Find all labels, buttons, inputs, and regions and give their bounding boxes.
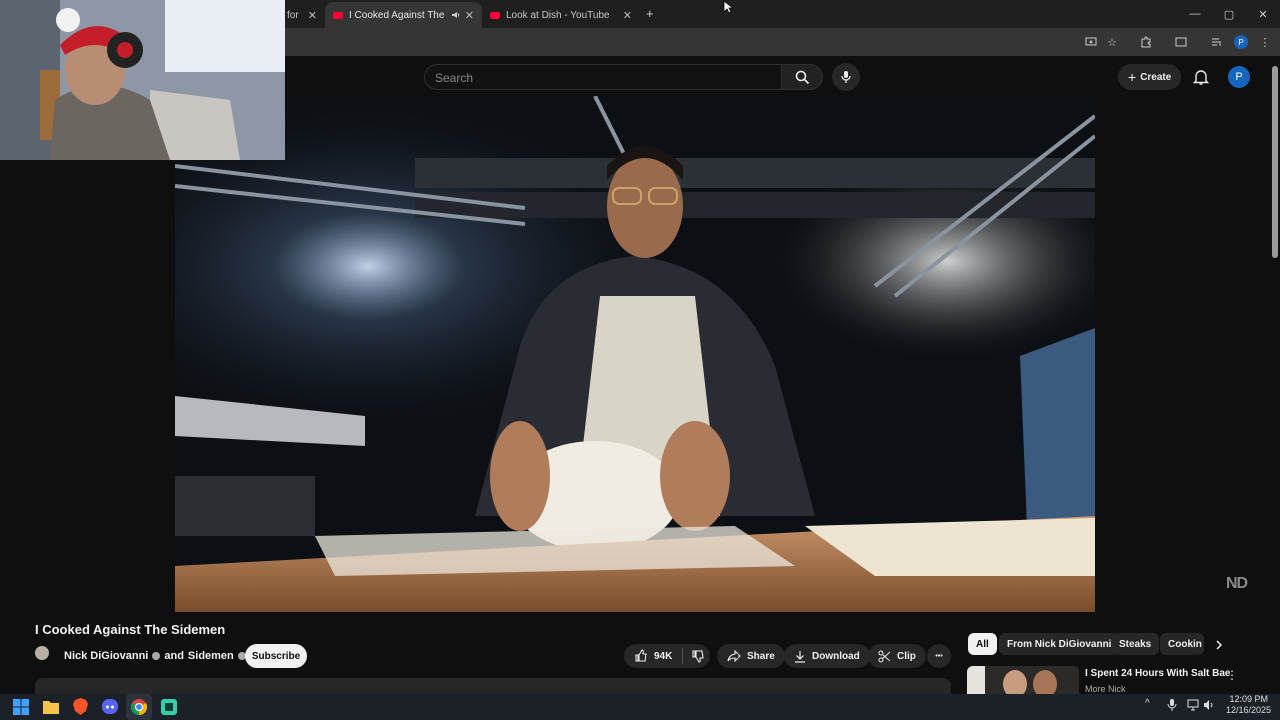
chip-from-channel[interactable]: From Nick DiGiovanni (999, 633, 1120, 655)
channel-name[interactable]: Nick DiGiovanni (64, 650, 148, 662)
share-icon (727, 650, 741, 662)
tab-previous[interactable]: for ✕ (285, 2, 325, 28)
chip-all[interactable]: All (968, 633, 997, 655)
tab-close-icon[interactable]: ✕ (465, 9, 474, 22)
channel-join-word: and (164, 650, 184, 662)
tab-active-video[interactable]: I Cooked Against The Sidem ✕ (325, 2, 482, 28)
maximize-button[interactable]: ▢ (1212, 0, 1246, 28)
plus-icon: + (1128, 69, 1137, 85)
youtube-favicon-icon (333, 11, 343, 19)
share-button[interactable]: Share (717, 644, 785, 668)
scissors-icon (878, 650, 891, 662)
media-controls-icon[interactable] (1210, 35, 1224, 49)
tab-youtube[interactable]: Look at Dish - YouTube ✕ (482, 2, 640, 28)
description-box[interactable] (35, 678, 951, 694)
notifications-bell-icon[interactable] (1192, 68, 1210, 86)
recommended-channel: More Nick (1085, 684, 1126, 694)
app-icon[interactable] (161, 699, 177, 715)
minimize-button[interactable]: — (1178, 0, 1212, 28)
search-button[interactable] (781, 64, 823, 90)
download-label: Download (812, 650, 860, 662)
like-button[interactable]: 94K (634, 649, 672, 663)
close-window-button[interactable]: ✕ (1246, 0, 1280, 28)
video-frame (175, 96, 1095, 612)
like-divider (682, 648, 684, 664)
extensions-icon[interactable] (1139, 35, 1153, 49)
file-explorer-icon[interactable] (43, 699, 59, 714)
search-input[interactable]: Search (424, 64, 782, 90)
thumbs-up-icon (635, 649, 647, 662)
download-button[interactable]: Download (784, 644, 870, 668)
clip-label: Clip (897, 650, 916, 662)
collab-channel-name[interactable]: Sidemen (188, 650, 234, 662)
recommended-title[interactable]: I Spent 24 Hours With Salt Bae (1085, 668, 1231, 679)
clock-time: 12:09 PM (1229, 694, 1268, 704)
browser-menu-icon[interactable]: ⋮ (1258, 35, 1272, 49)
like-dislike-group: 94K (624, 644, 710, 668)
voice-search-button[interactable] (832, 63, 860, 91)
channel-avatar[interactable] (35, 646, 49, 660)
mouse-cursor-icon (723, 0, 733, 14)
search-icon (795, 70, 809, 84)
account-avatar[interactable]: P (1228, 66, 1250, 88)
create-label: Create (1140, 71, 1172, 83)
profile-avatar-icon[interactable]: P (1234, 35, 1248, 49)
chevron-right-icon[interactable] (1213, 639, 1225, 651)
channel-names: Nick DiGiovanni and Sidemen (64, 650, 246, 662)
install-app-icon[interactable] (1084, 35, 1098, 49)
volume-icon[interactable] (1203, 699, 1215, 711)
tab-close-icon[interactable]: ✕ (308, 9, 317, 22)
system-clock[interactable]: 12:09 PM 12/16/2025 (1226, 694, 1272, 716)
share-label: Share (747, 650, 775, 662)
create-button[interactable]: + Create (1118, 64, 1182, 90)
chrome-taskbar-active[interactable] (126, 694, 152, 720)
network-icon[interactable] (1187, 699, 1199, 711)
clip-button[interactable]: Clip (868, 644, 926, 668)
channel-watermark[interactable]: ND (1226, 575, 1248, 593)
recommended-thumbnail[interactable] (967, 666, 1079, 694)
brave-browser-icon[interactable] (73, 698, 88, 715)
more-actions-button[interactable]: ••• (927, 644, 951, 668)
tab-label: I Cooked Against The Sidem (349, 9, 447, 21)
microphone-icon (841, 71, 851, 83)
speaker-icon[interactable] (451, 10, 461, 20)
tab-close-icon[interactable]: ✕ (623, 9, 632, 22)
windows-taskbar (0, 694, 1280, 720)
subscribe-button[interactable]: Subscribe (245, 644, 307, 668)
webcam-frame (0, 0, 285, 160)
page-scrollbar[interactable] (1272, 66, 1278, 258)
cast-icon[interactable] (1174, 35, 1188, 49)
video-player[interactable] (175, 96, 1095, 612)
windows-start-icon[interactable] (13, 699, 29, 715)
discord-icon[interactable] (102, 699, 118, 714)
streamer-webcam-overlay (0, 0, 285, 160)
new-tab-button[interactable]: + (646, 6, 654, 21)
tray-chevron-icon[interactable]: ^ (1145, 698, 1150, 709)
youtube-favicon-icon (490, 11, 500, 19)
video-title: I Cooked Against The Sidemen (35, 622, 226, 637)
window-controls: — ▢ ✕ (1178, 0, 1280, 28)
download-icon (795, 650, 805, 663)
tab-label: Look at Dish - YouTube (506, 9, 610, 21)
microphone-tray-icon[interactable] (1167, 699, 1177, 711)
bookmark-star-icon[interactable]: ☆ (1105, 35, 1119, 49)
tab-label: for (287, 9, 299, 21)
thumbs-down-icon[interactable] (691, 649, 705, 663)
clock-date: 12/16/2025 (1226, 705, 1272, 715)
verified-badge-icon (152, 652, 161, 660)
chip-steaks[interactable]: Steaks (1111, 633, 1160, 655)
chrome-icon (131, 699, 147, 715)
chip-cooking[interactable]: Cookin (1160, 633, 1204, 655)
recommended-menu-icon[interactable]: ⋮ (1226, 668, 1238, 682)
like-count: 94K (654, 650, 673, 662)
